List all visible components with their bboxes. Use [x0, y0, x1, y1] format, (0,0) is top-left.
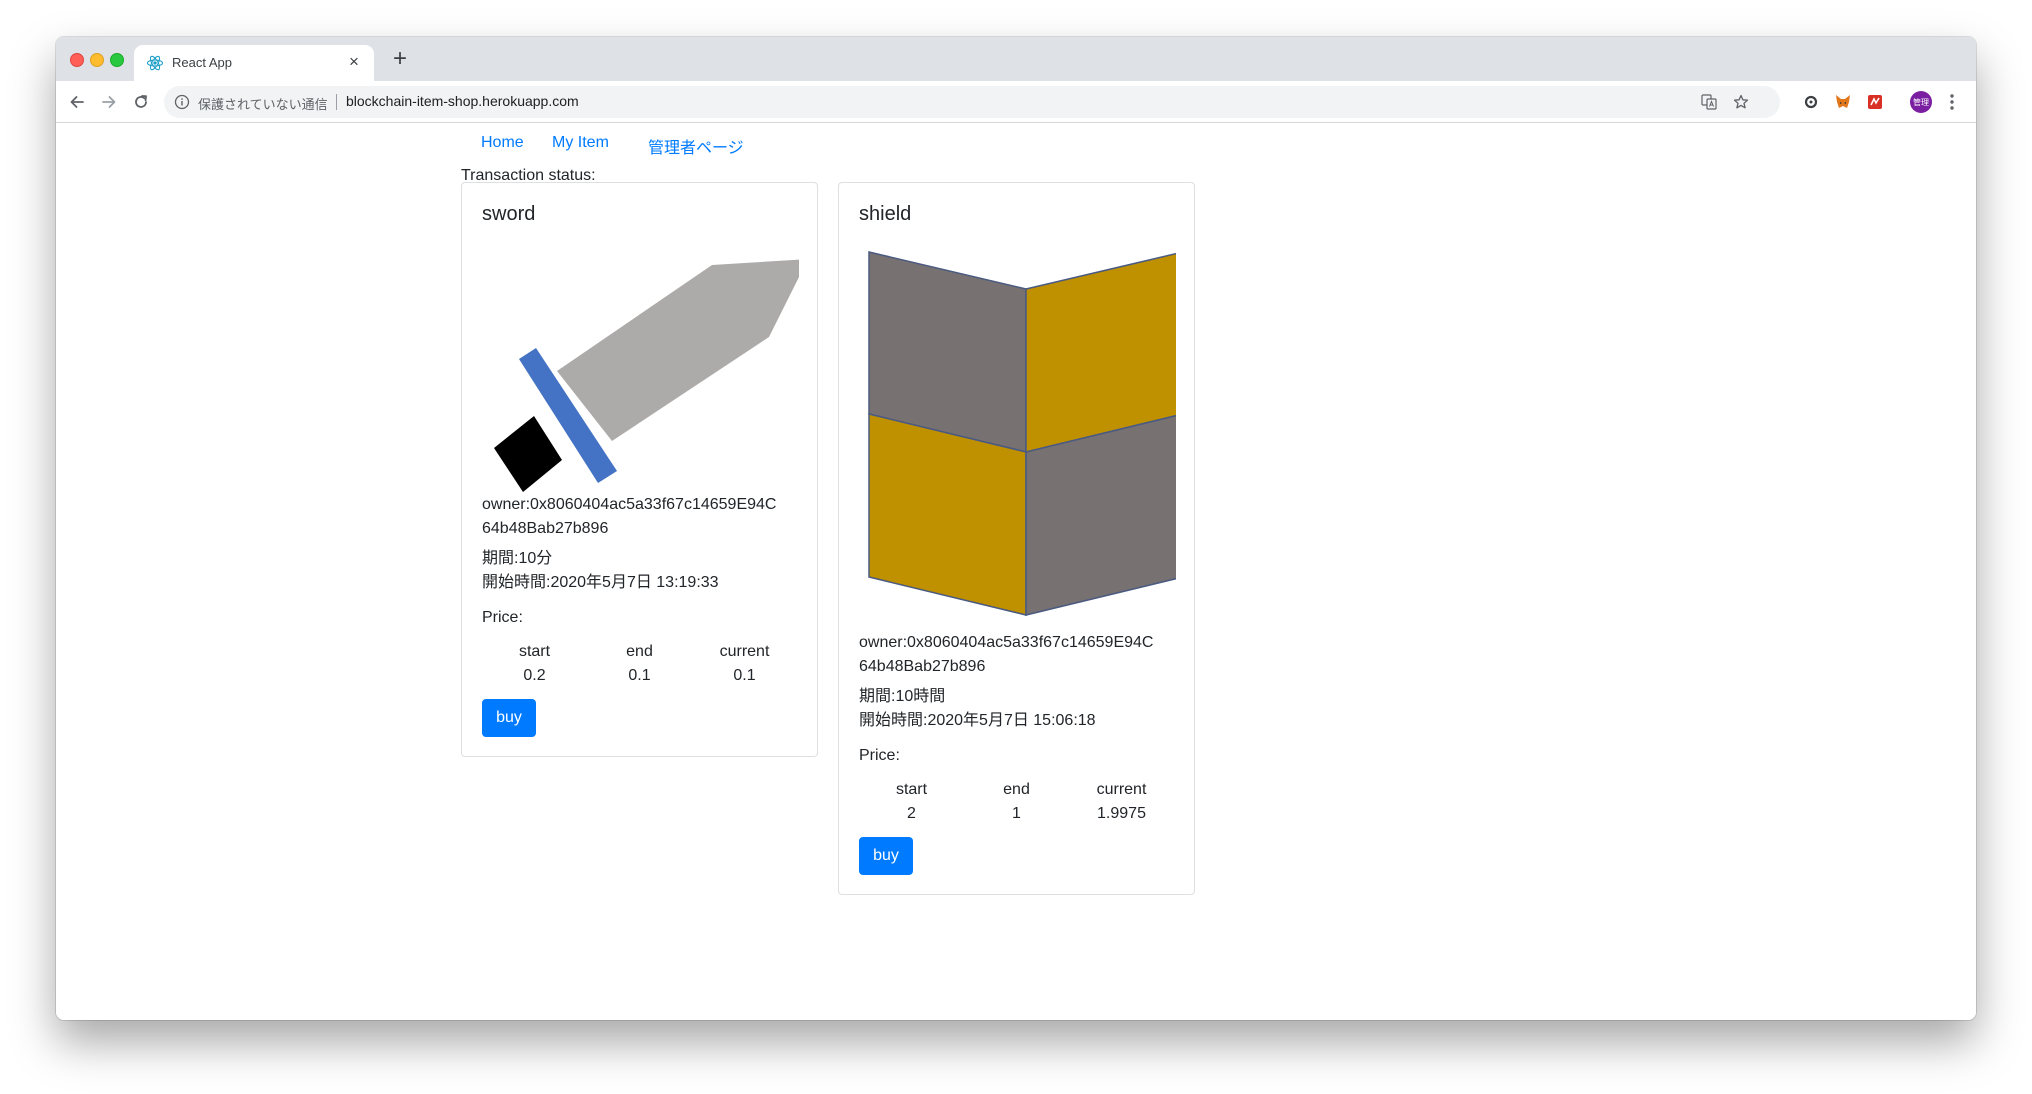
price-header-end: end: [1003, 781, 1030, 798]
back-button[interactable]: [64, 89, 90, 115]
price-value-start: 0.2: [523, 667, 546, 684]
buy-button[interactable]: buy: [482, 699, 536, 737]
owner-address-line1: owner:0x8060404ac5a33f67c14659E94C: [482, 496, 777, 513]
tab-title: React App: [172, 55, 232, 70]
forward-arrow-icon: [102, 96, 116, 108]
price-header-current: current: [719, 643, 770, 660]
address-bar[interactable]: 保護されていない通信 blockchain-item-shop.herokuap…: [164, 86, 1780, 118]
url-text[interactable]: blockchain-item-shop.herokuapp.com: [346, 93, 579, 109]
sword-image: [494, 259, 799, 492]
profile-avatar[interactable]: 管理: [1910, 91, 1932, 113]
shield-image: [868, 251, 1176, 616]
owner-address-line2: 64b48Bab27b896: [482, 520, 609, 537]
owner-address-line2: 64b48Bab27b896: [859, 658, 986, 675]
price-label: Price:: [482, 609, 523, 626]
item-name: shield: [859, 203, 912, 225]
metamask-fox-icon[interactable]: [1834, 93, 1852, 111]
period-text: 期間:10分: [482, 550, 553, 567]
info-icon[interactable]: [174, 94, 190, 110]
price-value-current: 0.1: [733, 667, 756, 684]
start-time-text: 開始時間:2020年5月7日 15:06:18: [859, 712, 1096, 729]
tab-strip: React App × +: [56, 37, 1976, 81]
browser-toolbar: 保護されていない通信 blockchain-item-shop.herokuap…: [56, 81, 1976, 123]
nav-link-admin[interactable]: 管理者ページ: [648, 134, 744, 158]
price-table: start end current 2 1 1.9975: [859, 781, 1174, 829]
reload-button[interactable]: [128, 89, 154, 115]
window-close-button[interactable]: [70, 53, 84, 67]
price-header-start: start: [518, 643, 551, 660]
price-value-end: 0.1: [628, 667, 651, 684]
buy-button[interactable]: buy: [859, 837, 913, 875]
start-time-text: 開始時間:2020年5月7日 13:19:33: [482, 574, 719, 591]
extension-sync-icon[interactable]: [1802, 93, 1820, 111]
translate-icon[interactable]: [1700, 93, 1718, 111]
price-value-current: 1.9975: [1097, 805, 1146, 822]
tab-react-app[interactable]: React App ×: [134, 45, 374, 81]
window-maximize-button[interactable]: [110, 53, 124, 67]
window-minimize-button[interactable]: [90, 53, 104, 67]
bookmark-star-icon[interactable]: [1732, 93, 1750, 111]
browser-window: React App × + 保護されていない通信 blockchain-item…: [56, 37, 1976, 1020]
page-content: Home My Item 管理者ページ Transaction status: …: [56, 124, 1976, 1020]
omnibox-divider: [336, 94, 337, 110]
tab-close-icon[interactable]: ×: [344, 52, 364, 72]
price-header-start: start: [895, 781, 928, 798]
reload-icon: [135, 95, 147, 108]
price-label: Price:: [859, 747, 900, 764]
nav-link-home[interactable]: Home: [481, 134, 524, 152]
price-header-current: current: [1096, 781, 1147, 798]
nav-link-my-item[interactable]: My Item: [552, 134, 609, 152]
item-card-sword: sword owner:0x8060404ac5a33f67c14659E94C…: [461, 182, 818, 757]
security-status-label: 保護されていない通信: [198, 97, 328, 112]
period-text: 期間:10時間: [859, 688, 946, 705]
item-name: sword: [482, 203, 536, 225]
price-value-end: 1: [1012, 805, 1021, 822]
price-value-start: 2: [907, 805, 916, 822]
price-table: start end current 0.2 0.1 0.1: [482, 643, 797, 691]
red-extension-icon[interactable]: [1866, 93, 1884, 111]
react-icon: [146, 55, 164, 71]
new-tab-button[interactable]: +: [386, 45, 414, 73]
forward-button[interactable]: [96, 89, 122, 115]
more-menu-icon[interactable]: [1944, 92, 1960, 112]
owner-address-line1: owner:0x8060404ac5a33f67c14659E94C: [859, 634, 1154, 651]
price-header-end: end: [626, 643, 653, 660]
back-arrow-icon: [70, 96, 84, 108]
item-card-shield: shield owner:0x8060404ac5a33f67c14659E94…: [838, 182, 1195, 895]
